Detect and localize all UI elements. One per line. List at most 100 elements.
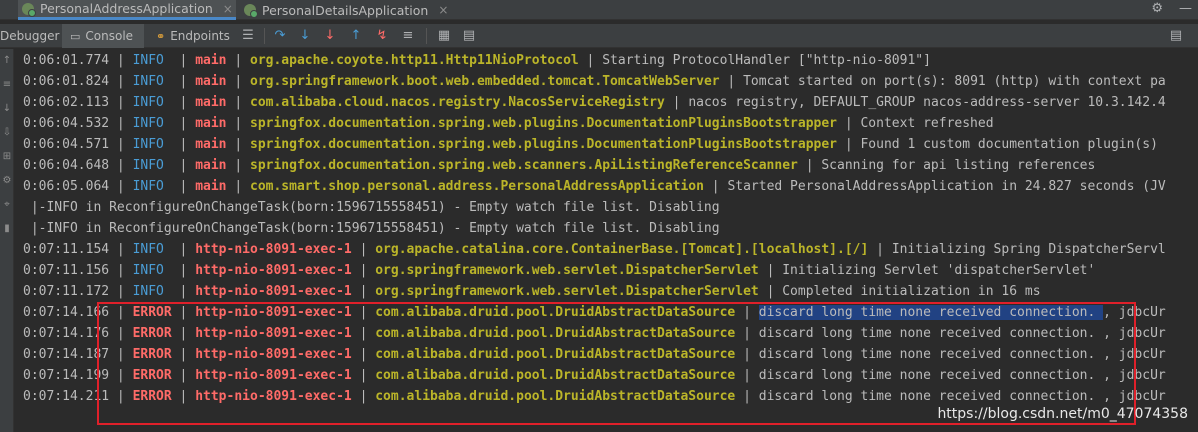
log-time: 0:06:01.824 [23, 74, 110, 89]
log-thread: main [195, 116, 227, 131]
restore-layout-icon[interactable]: ▤ [1168, 28, 1184, 44]
log-logger: springfox.documentation.spring.web.scann… [250, 158, 798, 173]
log-line[interactable]: 0:07:11.154 | INFO | http-nio-8091-exec-… [23, 239, 1166, 260]
log-message: Started PersonalAddressApplication in 24… [727, 179, 1166, 194]
debug-toolbar: Debugger ▭ Console ⚭ Endpoints ☰ ↷ ↓ ↓ ↑… [0, 24, 1198, 48]
log-logger: springfox.documentation.spring.web.plugi… [250, 116, 837, 131]
log-message: Context refreshed [860, 116, 994, 131]
force-step-into-icon[interactable]: ↓ [322, 28, 338, 44]
log-message: Starting ProtocolHandler ["http-nio-8091… [602, 53, 931, 68]
log-time: 0:06:02.113 [23, 95, 110, 110]
log-line[interactable]: 0:06:04.648 | INFO | main | springfox.do… [23, 155, 1095, 176]
tab-debugger-label: Debugger [0, 29, 60, 43]
settings-icon[interactable]: ⚙ [1151, 1, 1163, 16]
run-tab-label: PersonalAddressApplication [40, 1, 213, 16]
log-logger: org.springframework.web.servlet.Dispatch… [375, 263, 759, 278]
log-thread: main [195, 74, 227, 89]
spring-app-icon [244, 4, 258, 18]
settings-icon[interactable]: ⚙ [1, 175, 13, 186]
run-tab-label: PersonalDetailsApplication [262, 2, 429, 18]
layout-icon[interactable]: ▤ [461, 28, 477, 44]
step-over-icon[interactable]: ↷ [272, 28, 288, 44]
log-level: INFO [132, 74, 164, 89]
minimize-icon[interactable]: — [1179, 1, 1192, 16]
log-time: 0:06:01.774 [23, 53, 110, 68]
more-icon[interactable]: ≡ [400, 28, 416, 44]
toolbar-separator [426, 28, 427, 44]
log-logger: org.apache.coyote.http11.Http11NioProtoc… [250, 53, 579, 68]
log-message: Initializing Spring DispatcherServl [891, 242, 1166, 257]
log-thread: main [195, 95, 227, 110]
log-level: INFO [132, 179, 164, 194]
run-tab-personal-details[interactable]: PersonalDetailsApplication × [240, 0, 458, 20]
run-tab-bar: PersonalAddressApplication × PersonalDet… [0, 0, 1198, 20]
log-line[interactable]: |-INFO in ReconfigureOnChangeTask(born:1… [23, 218, 720, 239]
table-icon[interactable]: ▦ [436, 28, 452, 44]
log-message: Initializing Servlet 'dispatcherServlet' [782, 263, 1096, 278]
close-icon[interactable]: × [438, 3, 448, 17]
log-level: INFO [132, 158, 164, 173]
log-time: 0:06:04.648 [23, 158, 110, 173]
log-message: Completed initialization in 16 ms [782, 284, 1041, 299]
scroll-to-end-icon[interactable]: ⇩ [1, 127, 13, 138]
log-line[interactable]: 0:06:01.774 | INFO | main | org.apache.c… [23, 50, 931, 71]
log-time: 0:06:04.571 [23, 137, 110, 152]
log-message: Scanning for api listing references [821, 158, 1096, 173]
run-to-cursor-icon[interactable]: ↯ [374, 28, 390, 44]
log-line[interactable]: 0:06:04.532 | INFO | main | springfox.do… [23, 113, 994, 134]
log-thread: main [195, 158, 227, 173]
pin-icon[interactable]: ⌖ [1, 199, 13, 210]
log-thread: http-nio-8091-exec-1 [195, 263, 352, 278]
tab-console[interactable]: ▭ Console [62, 24, 144, 48]
console-icon: ▭ [70, 29, 81, 43]
log-time: 0:07:11.156 [23, 263, 110, 278]
log-logger: com.alibaba.cloud.nacos.registry.NacosSe… [250, 95, 665, 110]
spring-app-icon [22, 2, 36, 17]
log-time: 0:07:11.172 [23, 284, 110, 299]
log-line[interactable]: 0:06:01.824 | INFO | main | org.springfr… [23, 71, 1166, 92]
endpoints-icon: ⚭ [156, 29, 166, 43]
tab-bar-actions: ⚙ — [1151, 1, 1192, 16]
log-logger: org.springframework.boot.web.embedded.to… [250, 74, 720, 89]
log-logger: org.springframework.web.servlet.Dispatch… [375, 284, 759, 299]
tab-endpoints-label: Endpoints [170, 29, 230, 43]
log-raw-text: |-INFO in ReconfigureOnChangeTask(born:1… [23, 221, 720, 236]
log-logger: org.apache.catalina.core.ContainerBase.[… [375, 242, 869, 257]
tab-console-label: Console [85, 29, 134, 43]
log-level: INFO [132, 284, 164, 299]
scroll-up-icon[interactable]: ↑ [1, 55, 13, 66]
log-raw-text: |-INFO in ReconfigureOnChangeTask(born:1… [23, 200, 720, 215]
step-into-icon[interactable]: ↓ [297, 28, 313, 44]
print-icon[interactable]: ⊞ [1, 151, 13, 162]
tab-debugger[interactable]: Debugger [0, 24, 60, 48]
close-icon[interactable]: × [223, 2, 233, 16]
log-line[interactable]: 0:06:02.113 | INFO | main | com.alibaba.… [23, 92, 1166, 113]
log-line[interactable]: 0:06:05.064 | INFO | main | com.smart.sh… [23, 176, 1166, 197]
tab-endpoints[interactable]: ⚭ Endpoints [150, 24, 234, 48]
log-thread: main [195, 179, 227, 194]
log-time: 0:07:11.154 [23, 242, 110, 257]
toolbar-separator [264, 28, 265, 44]
console-gutter: ↑ ≡ ↓ ⇩ ⊞ ⚙ ⌖ ▮ [0, 49, 14, 432]
run-tab-personal-address[interactable]: PersonalAddressApplication × [18, 0, 236, 20]
soft-wrap-icon[interactable]: ≡ [1, 79, 13, 90]
menu-icon[interactable]: ☰ [240, 28, 256, 44]
log-line[interactable]: |-INFO in ReconfigureOnChangeTask(born:1… [23, 197, 720, 218]
log-thread: main [195, 137, 227, 152]
log-level: INFO [132, 242, 164, 257]
log-line[interactable]: 0:07:11.172 | INFO | http-nio-8091-exec-… [23, 281, 1041, 302]
log-line[interactable]: 0:07:11.156 | INFO | http-nio-8091-exec-… [23, 260, 1095, 281]
log-level: INFO [132, 137, 164, 152]
log-thread: http-nio-8091-exec-1 [195, 242, 352, 257]
log-logger: springfox.documentation.spring.web.plugi… [250, 137, 837, 152]
log-logger: com.smart.shop.personal.address.Personal… [250, 179, 704, 194]
log-time: 0:06:05.064 [23, 179, 110, 194]
watermark: https://blog.csdn.net/m0_47074358 [937, 406, 1188, 422]
log-level: INFO [132, 53, 164, 68]
scroll-down-icon[interactable]: ↓ [1, 103, 13, 114]
log-line[interactable]: 0:06:04.571 | INFO | main | springfox.do… [23, 134, 1158, 155]
log-message: nacos registry, DEFAULT_GROUP nacos-addr… [688, 95, 1166, 110]
clear-icon[interactable]: ▮ [1, 223, 13, 234]
step-out-icon[interactable]: ↑ [348, 28, 364, 44]
log-level: INFO [132, 95, 164, 110]
